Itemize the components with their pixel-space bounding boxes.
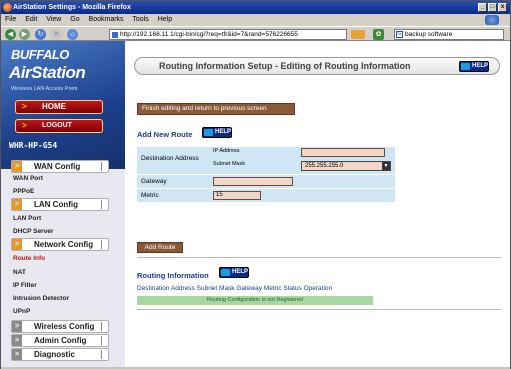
help-icon: [461, 63, 470, 70]
product-tagline: Wireless LAN Access Point: [11, 86, 78, 92]
close-button[interactable]: x: [498, 3, 507, 12]
gateway-row: Gateway: [137, 175, 395, 188]
sidebar-item-lan-port[interactable]: LAN Port: [13, 215, 41, 222]
minimize-button[interactable]: _: [478, 3, 487, 12]
ip-address-label: IP Address: [213, 148, 240, 154]
chevron-right-icon: >: [12, 349, 22, 360]
destination-row: Destination Address IP Address Subnet Ma…: [137, 147, 395, 174]
subnet-mask-label: Subnet Mask: [213, 161, 246, 167]
help-icon: [204, 129, 213, 136]
sidebar: BUFFALO AirStation Wireless LAN Access P…: [1, 41, 125, 368]
search-text: backup software: [405, 31, 453, 38]
routing-info-title: Routing Information: [137, 271, 209, 280]
add-route-button[interactable]: Add Route: [137, 242, 183, 253]
sidebar-item-upnp[interactable]: UPnP: [13, 308, 30, 315]
menu-wan-config[interactable]: > WAN Config: [11, 160, 109, 173]
help-icon: [221, 269, 230, 276]
routing-table-header: Destination Address Subnet Mask Gateway …: [137, 285, 332, 292]
menu-bar: File Edit View Go Bookmarks Tools Help: [1, 14, 510, 26]
page-icon: [112, 32, 118, 38]
brand-panel: BUFFALO AirStation Wireless LAN Access P…: [1, 41, 125, 169]
column-metric: Metric: [263, 285, 282, 292]
menu-go[interactable]: Go: [70, 16, 79, 23]
chevron-down-icon: ▼: [382, 162, 390, 170]
url-bar[interactable]: http://192.168.11.1/cgi-bin/cgi?req=tfr&…: [109, 29, 347, 40]
navigation-toolbar: ◀ ▶ ↻ ✕ ⌂ http://192.168.11.1/cgi-bin/cg…: [1, 26, 510, 41]
menu-network-config[interactable]: > Network Config: [11, 238, 109, 251]
chevron-right-icon: >: [12, 239, 22, 250]
column-status: Status: [283, 285, 302, 292]
logout-button[interactable]: > LOGOUT: [15, 119, 103, 133]
column-destination: Destination Address: [137, 285, 195, 292]
sidebar-item-pppoe[interactable]: PPPoE: [13, 188, 34, 195]
chevron-right-icon: >: [12, 321, 22, 332]
subnet-mask-select[interactable]: 255.255.255.0 ▼: [301, 161, 391, 171]
finish-editing-button[interactable]: Finish editing and return to previous sc…: [137, 103, 295, 115]
menu-wireless-config[interactable]: > Wireless Config: [11, 320, 109, 333]
add-route-help-button[interactable]: HELP: [202, 127, 232, 138]
routing-table-empty-row: Routing Configuration is not Registered: [137, 296, 373, 305]
menu-lan-config[interactable]: > LAN Config: [11, 198, 109, 211]
back-icon[interactable]: ◀: [5, 29, 16, 40]
device-name: WHR-HP-G54: [9, 141, 58, 150]
sidebar-item-dhcp-server[interactable]: DHCP Server: [13, 228, 53, 235]
column-gateway: Gateway: [236, 285, 263, 292]
chevron-right-icon: >: [22, 121, 27, 130]
column-operation: Operation: [303, 285, 333, 292]
menu-view[interactable]: View: [46, 16, 61, 23]
divider: [137, 309, 501, 310]
maximize-button[interactable]: □: [488, 3, 497, 12]
menu-help[interactable]: Help: [158, 16, 172, 23]
gateway-input[interactable]: [213, 177, 293, 186]
menu-edit[interactable]: Edit: [25, 16, 37, 23]
sidebar-item-nat[interactable]: NAT: [13, 269, 26, 276]
column-subnet-mask: Subnet Mask: [196, 285, 235, 292]
add-route-title: Add New Route: [137, 130, 193, 139]
sidebar-item-route-info[interactable]: Route Info: [13, 255, 45, 262]
url-text: http://192.168.11.1/cgi-bin/cgi?req=tfr&…: [120, 31, 298, 38]
chevron-right-icon: >: [12, 199, 22, 210]
browser-window: AirStation Settings - Mozilla Firefox _ …: [0, 0, 511, 369]
menu-admin-config[interactable]: > Admin Config: [11, 334, 109, 347]
page-content: BUFFALO AirStation Wireless LAN Access P…: [1, 41, 510, 368]
gateway-label: Gateway: [141, 178, 167, 185]
sidebar-item-intrusion-detector[interactable]: Intrusion Detector: [13, 295, 69, 302]
home-icon[interactable]: ⌂: [67, 29, 78, 40]
search-input[interactable]: G backup software: [394, 29, 504, 40]
chevron-right-icon: >: [12, 161, 22, 172]
stop-icon[interactable]: ✕: [51, 29, 62, 40]
metric-row: Metric 15: [137, 189, 395, 202]
menu-diagnostic[interactable]: > Diagnostic: [11, 348, 109, 361]
firefox-icon: [3, 3, 12, 12]
menu-file[interactable]: File: [5, 16, 16, 23]
title-bar: AirStation Settings - Mozilla Firefox _ …: [1, 1, 510, 14]
window-title: AirStation Settings - Mozilla Firefox: [13, 4, 131, 11]
menu-tools[interactable]: Tools: [132, 16, 148, 23]
reload-icon[interactable]: ↻: [35, 29, 46, 40]
sidebar-item-ip-filter[interactable]: IP Filter: [13, 282, 37, 289]
metric-input[interactable]: 15: [213, 191, 261, 200]
google-icon: G: [396, 31, 403, 38]
destination-label: Destination Address: [141, 155, 199, 162]
metric-label: Metric: [141, 192, 159, 199]
sidebar-item-wan-port[interactable]: WAN Port: [13, 175, 43, 182]
chevron-right-icon: >: [12, 335, 22, 346]
window-controls: _ □ x: [478, 3, 507, 12]
throbber-icon: [485, 15, 499, 25]
airstation-logo: AirStation: [9, 63, 86, 82]
home-button[interactable]: > HOME: [15, 100, 103, 114]
go-icon[interactable]: [351, 30, 365, 39]
ip-address-input[interactable]: [301, 148, 385, 157]
chevron-right-icon: >: [22, 102, 27, 111]
divider: [137, 257, 501, 258]
routing-info-help-button[interactable]: HELP: [219, 267, 249, 278]
help-button[interactable]: HELP: [459, 61, 489, 72]
page-title: Routing Information Setup - Editing of R…: [134, 57, 500, 75]
buffalo-logo: BUFFALO: [11, 47, 69, 62]
bookmark-icon[interactable]: ✿: [373, 29, 384, 40]
forward-icon[interactable]: ▶: [19, 29, 30, 40]
main-panel: Routing Information Setup - Editing of R…: [131, 41, 510, 368]
menu-bookmarks[interactable]: Bookmarks: [89, 16, 124, 23]
